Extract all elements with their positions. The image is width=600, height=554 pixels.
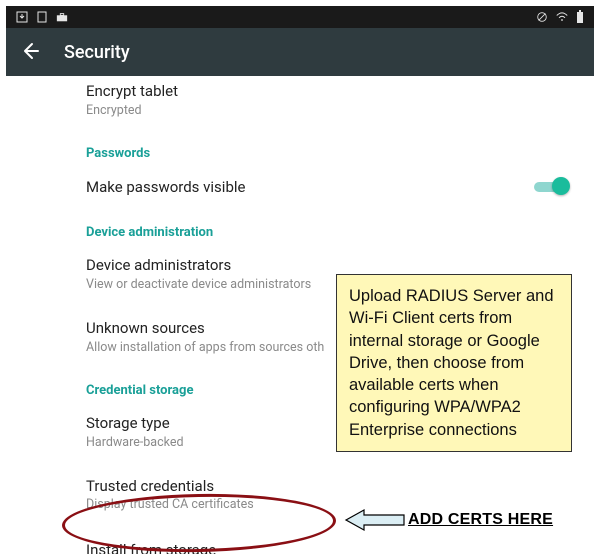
download-icon [16,11,28,23]
setting-title: Encrypt tablet [86,82,578,101]
wifi-icon [556,11,568,23]
status-right [536,10,584,24]
setting-make-passwords-visible[interactable]: Make passwords visible [86,167,578,207]
app-bar: Security [6,28,594,76]
setting-title: Trusted credentials [86,477,578,496]
annotation-arrow-group: ADD CERTS HERE [344,508,553,532]
back-icon[interactable] [20,41,40,64]
setting-encrypt-tablet[interactable]: Encrypt tablet Encrypted [86,76,578,128]
page-title: Security [64,42,130,63]
status-left [16,11,68,23]
device-frame: Security Encrypt tablet Encrypted Passwo… [6,6,594,548]
setting-subtitle: Encrypted [86,103,578,119]
toggle-thumb [552,177,570,195]
annotation-callout: Upload RADIUS Server and Wi-Fi Client ce… [336,274,572,452]
setting-title: Device administrators [86,256,578,275]
arrow-left-icon [344,508,406,532]
no-location-icon [536,11,548,23]
annotation-arrow-label: ADD CERTS HERE [408,511,553,529]
status-bar [6,6,594,28]
section-header-passwords: Passwords [86,128,578,167]
briefcase-icon [56,11,68,23]
section-header-device-admin: Device administration [86,207,578,246]
battery-icon [576,10,584,24]
toggle-switch[interactable] [534,177,570,197]
setting-title: Make passwords visible [86,178,245,197]
setting-title: Install from storage [86,541,578,554]
sim-icon [36,11,48,23]
